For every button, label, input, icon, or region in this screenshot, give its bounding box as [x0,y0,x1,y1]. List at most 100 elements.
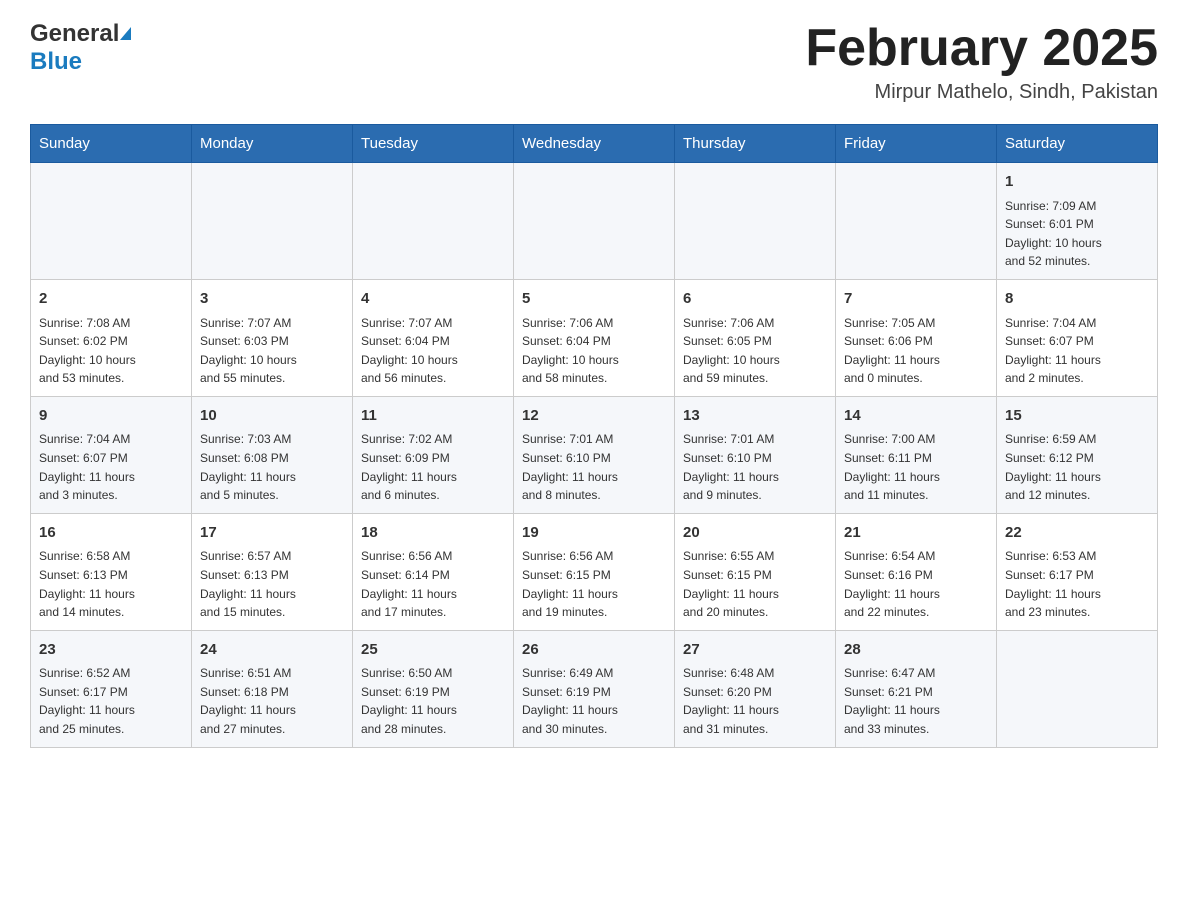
calendar-day-cell: 24Sunrise: 6:51 AM Sunset: 6:18 PM Dayli… [192,630,353,747]
day-number: 18 [361,522,505,545]
calendar-day-cell: 11Sunrise: 7:02 AM Sunset: 6:09 PM Dayli… [353,396,514,513]
calendar-day-cell [997,630,1158,747]
day-number: 6 [683,288,827,311]
calendar-day-cell: 15Sunrise: 6:59 AM Sunset: 6:12 PM Dayli… [997,396,1158,513]
day-number: 3 [200,288,344,311]
day-number: 26 [522,639,666,662]
day-info: Sunrise: 6:56 AM Sunset: 6:14 PM Dayligh… [361,547,505,621]
day-info: Sunrise: 6:53 AM Sunset: 6:17 PM Dayligh… [1005,547,1149,621]
day-info: Sunrise: 6:59 AM Sunset: 6:12 PM Dayligh… [1005,430,1149,504]
day-info: Sunrise: 6:57 AM Sunset: 6:13 PM Dayligh… [200,547,344,621]
calendar-day-header: Thursday [675,125,836,163]
day-info: Sunrise: 7:05 AM Sunset: 6:06 PM Dayligh… [844,314,988,388]
calendar-day-cell: 9Sunrise: 7:04 AM Sunset: 6:07 PM Daylig… [31,396,192,513]
calendar-day-cell: 14Sunrise: 7:00 AM Sunset: 6:11 PM Dayli… [836,396,997,513]
title-section: February 2025 Mirpur Mathelo, Sindh, Pak… [805,20,1158,104]
calendar-day-cell [192,163,353,280]
day-info: Sunrise: 6:48 AM Sunset: 6:20 PM Dayligh… [683,664,827,738]
calendar-day-header: Saturday [997,125,1158,163]
logo-blue-text: Blue [30,48,82,76]
calendar-day-cell: 5Sunrise: 7:06 AM Sunset: 6:04 PM Daylig… [514,280,675,397]
calendar-day-cell: 21Sunrise: 6:54 AM Sunset: 6:16 PM Dayli… [836,513,997,630]
day-number: 7 [844,288,988,311]
calendar-week-row: 1 Sunrise: 7:09 AM Sunset: 6:01 PM Daylig… [31,163,1158,280]
day-number: 17 [200,522,344,545]
calendar-day-cell: 10Sunrise: 7:03 AM Sunset: 6:08 PM Dayli… [192,396,353,513]
calendar-day-cell: 18Sunrise: 6:56 AM Sunset: 6:14 PM Dayli… [353,513,514,630]
day-info: Sunrise: 7:01 AM Sunset: 6:10 PM Dayligh… [522,430,666,504]
page-header: General Blue February 2025 Mirpur Mathel… [30,20,1158,104]
calendar-day-cell: 17Sunrise: 6:57 AM Sunset: 6:13 PM Dayli… [192,513,353,630]
day-number: 5 [522,288,666,311]
day-number: 2 [39,288,183,311]
day-number: 25 [361,639,505,662]
day-info: Sunrise: 6:49 AM Sunset: 6:19 PM Dayligh… [522,664,666,738]
calendar-day-cell: 27Sunrise: 6:48 AM Sunset: 6:20 PM Dayli… [675,630,836,747]
calendar-week-row: 16Sunrise: 6:58 AM Sunset: 6:13 PM Dayli… [31,513,1158,630]
calendar-day-cell: 7 Sunrise: 7:05 AM Sunset: 6:06 PM Daylig… [836,280,997,397]
day-number: 4 [361,288,505,311]
day-number: 1 [1005,171,1149,194]
calendar-day-cell: 1 Sunrise: 7:09 AM Sunset: 6:01 PM Daylig… [997,163,1158,280]
calendar-day-cell: 3Sunrise: 7:07 AM Sunset: 6:03 PM Daylig… [192,280,353,397]
day-number: 20 [683,522,827,545]
calendar-day-cell [31,163,192,280]
calendar-week-row: 9Sunrise: 7:04 AM Sunset: 6:07 PM Daylig… [31,396,1158,513]
day-info: Sunrise: 7:09 AM Sunset: 6:01 PM Dayligh… [1005,197,1149,271]
day-number: 28 [844,639,988,662]
day-number: 22 [1005,522,1149,545]
location-title: Mirpur Mathelo, Sindh, Pakistan [805,81,1158,104]
day-info: Sunrise: 7:04 AM Sunset: 6:07 PM Dayligh… [39,430,183,504]
day-number: 16 [39,522,183,545]
day-number: 8 [1005,288,1149,311]
day-info: Sunrise: 7:08 AM Sunset: 6:02 PM Dayligh… [39,314,183,388]
calendar-day-cell: 8 Sunrise: 7:04 AM Sunset: 6:07 PM Daylig… [997,280,1158,397]
calendar-day-header: Wednesday [514,125,675,163]
day-info: Sunrise: 6:47 AM Sunset: 6:21 PM Dayligh… [844,664,988,738]
calendar-day-cell [353,163,514,280]
calendar-day-cell: 23Sunrise: 6:52 AM Sunset: 6:17 PM Dayli… [31,630,192,747]
calendar-table: SundayMondayTuesdayWednesdayThursdayFrid… [30,124,1158,747]
calendar-week-row: 23Sunrise: 6:52 AM Sunset: 6:17 PM Dayli… [31,630,1158,747]
calendar-day-header: Monday [192,125,353,163]
day-number: 11 [361,405,505,428]
day-info: Sunrise: 6:54 AM Sunset: 6:16 PM Dayligh… [844,547,988,621]
day-number: 23 [39,639,183,662]
day-number: 13 [683,405,827,428]
day-info: Sunrise: 7:02 AM Sunset: 6:09 PM Dayligh… [361,430,505,504]
calendar-day-cell [675,163,836,280]
calendar-day-cell: 28Sunrise: 6:47 AM Sunset: 6:21 PM Dayli… [836,630,997,747]
day-info: Sunrise: 7:04 AM Sunset: 6:07 PM Dayligh… [1005,314,1149,388]
day-number: 24 [200,639,344,662]
calendar-day-cell [836,163,997,280]
calendar-day-cell: 22Sunrise: 6:53 AM Sunset: 6:17 PM Dayli… [997,513,1158,630]
day-number: 10 [200,405,344,428]
logo: General Blue [30,20,131,76]
calendar-day-cell: 2 Sunrise: 7:08 AM Sunset: 6:02 PM Daylig… [31,280,192,397]
calendar-day-cell: 25Sunrise: 6:50 AM Sunset: 6:19 PM Dayli… [353,630,514,747]
calendar-day-cell: 13Sunrise: 7:01 AM Sunset: 6:10 PM Dayli… [675,396,836,513]
logo-arrow-icon [120,27,131,40]
calendar-day-header: Friday [836,125,997,163]
day-info: Sunrise: 6:51 AM Sunset: 6:18 PM Dayligh… [200,664,344,738]
calendar-day-header: Sunday [31,125,192,163]
day-info: Sunrise: 7:07 AM Sunset: 6:04 PM Dayligh… [361,314,505,388]
calendar-day-cell [514,163,675,280]
day-info: Sunrise: 6:56 AM Sunset: 6:15 PM Dayligh… [522,547,666,621]
day-number: 12 [522,405,666,428]
day-number: 21 [844,522,988,545]
calendar-day-cell: 16Sunrise: 6:58 AM Sunset: 6:13 PM Dayli… [31,513,192,630]
calendar-day-header: Tuesday [353,125,514,163]
day-info: Sunrise: 6:58 AM Sunset: 6:13 PM Dayligh… [39,547,183,621]
month-title: February 2025 [805,20,1158,77]
day-info: Sunrise: 6:52 AM Sunset: 6:17 PM Dayligh… [39,664,183,738]
day-number: 9 [39,405,183,428]
day-number: 14 [844,405,988,428]
day-number: 15 [1005,405,1149,428]
calendar-day-cell: 6 Sunrise: 7:06 AM Sunset: 6:05 PM Daylig… [675,280,836,397]
day-number: 27 [683,639,827,662]
day-info: Sunrise: 7:06 AM Sunset: 6:05 PM Dayligh… [683,314,827,388]
calendar-week-row: 2 Sunrise: 7:08 AM Sunset: 6:02 PM Daylig… [31,280,1158,397]
logo-general-text: General [30,20,119,48]
day-info: Sunrise: 6:55 AM Sunset: 6:15 PM Dayligh… [683,547,827,621]
